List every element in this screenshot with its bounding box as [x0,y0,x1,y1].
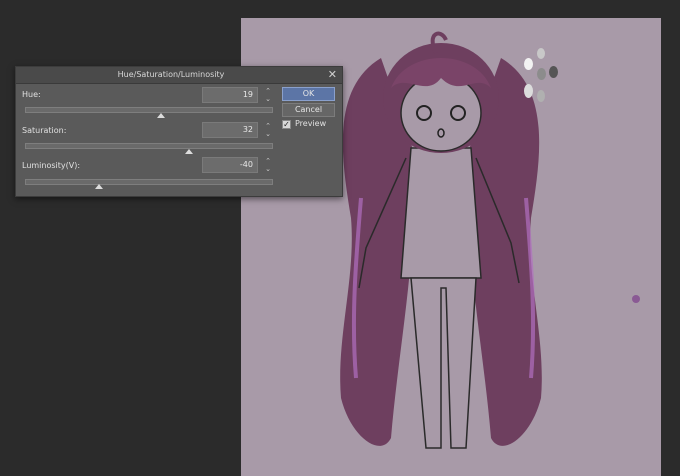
luminosity-label: Luminosity(V): [22,161,81,170]
hue-spinner[interactable]: ⌃ ⌄ [263,87,273,103]
luminosity-input[interactable]: -40 [202,157,258,173]
close-icon[interactable]: ✕ [328,67,337,83]
swatch-light-gray[interactable] [537,48,545,59]
hue-saturation-dialog: Hue/Saturation/Luminosity ✕ Hue: 19 ⌃ ⌄ … [15,66,343,197]
saturation-spinner[interactable]: ⌃ ⌄ [263,122,273,138]
swatch-mid-gray[interactable] [537,68,546,80]
spin-down-icon[interactable]: ⌄ [263,130,273,138]
spin-up-icon[interactable]: ⌃ [263,87,273,95]
saturation-input[interactable]: 32 [202,122,258,138]
luminosity-slider-track[interactable] [25,179,273,185]
preview-label: Preview [295,119,327,128]
saturation-label: Saturation: [22,126,67,135]
dialog-titlebar[interactable]: Hue/Saturation/Luminosity ✕ [16,67,342,84]
swatch-dark-gray[interactable] [549,66,558,78]
hue-label: Hue: [22,90,41,99]
spin-down-icon[interactable]: ⌄ [263,165,273,173]
saturation-slider-track[interactable] [25,143,273,149]
cancel-button[interactable]: Cancel [282,103,335,117]
spin-up-icon[interactable]: ⌃ [263,122,273,130]
dialog-title: Hue/Saturation/Luminosity [117,70,225,79]
saturation-slider-thumb[interactable] [184,149,193,154]
hue-slider-track[interactable] [25,107,273,113]
swatch-white[interactable] [524,58,533,70]
swatch-pale[interactable] [524,84,533,98]
ok-button[interactable]: OK [282,87,335,101]
luminosity-spinner[interactable]: ⌃ ⌄ [263,157,273,173]
preview-checkbox[interactable]: ✓ [282,120,291,129]
spin-down-icon[interactable]: ⌄ [263,95,273,103]
swatch-silver[interactable] [537,90,545,102]
swatch-purple-dot[interactable] [632,295,640,303]
hue-input[interactable]: 19 [202,87,258,103]
luminosity-slider-thumb[interactable] [95,184,104,189]
spin-up-icon[interactable]: ⌃ [263,157,273,165]
hue-slider-thumb[interactable] [157,113,166,118]
